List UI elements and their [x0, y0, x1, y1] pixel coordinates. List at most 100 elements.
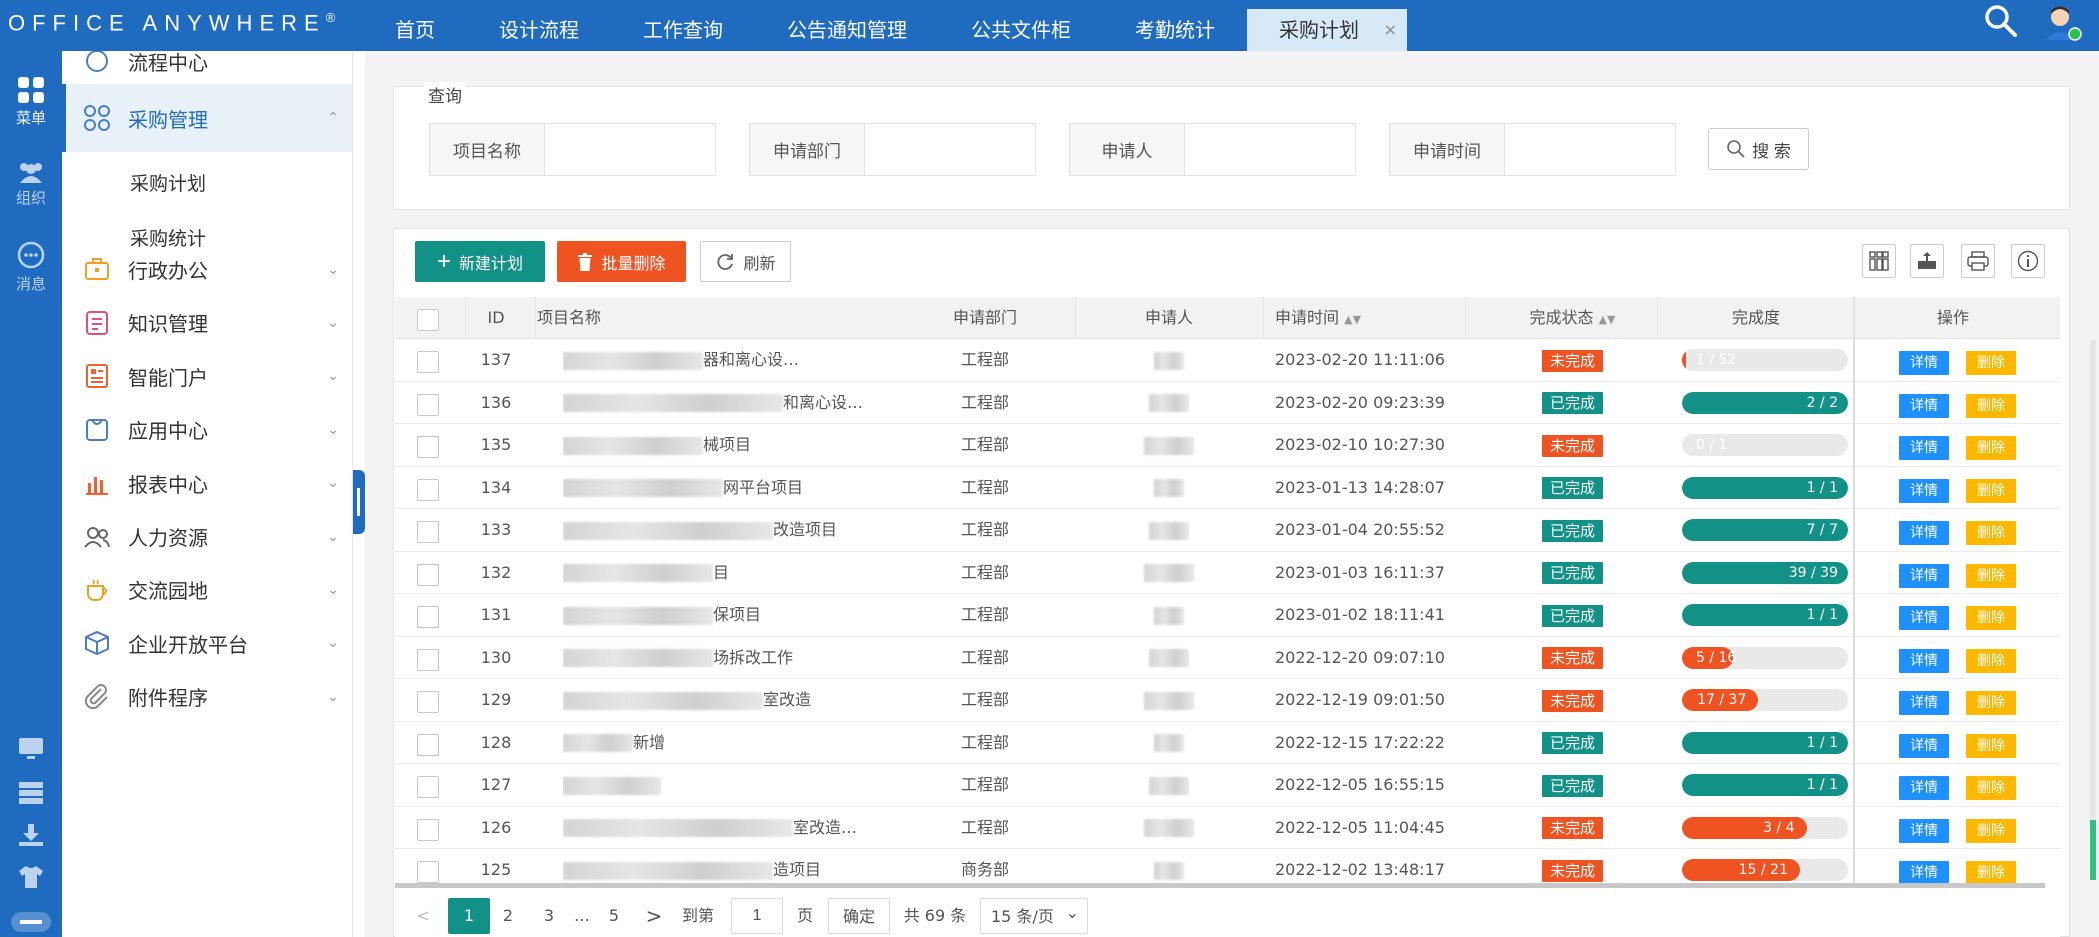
- table-row[interactable]: 135 械项目 工程部 2023-02-10 10:27:30 未完成 0 / 1 详情 删除: [395, 424, 2060, 467]
- page-button-5[interactable]: 5: [600, 898, 628, 934]
- table-row[interactable]: 133 改造项目 工程部 2023-01-04 20:55:52 已完成 7 / 7 详情删…: [395, 509, 2060, 552]
- detail-button[interactable]: 详情: [1899, 818, 1949, 843]
- delete-button[interactable]: 删除: [1966, 648, 2016, 673]
- row-checkbox[interactable]: [417, 478, 439, 501]
- header-ops[interactable]: 操作: [1853, 297, 2053, 339]
- row-checkbox[interactable]: [417, 733, 439, 756]
- nav-tab-4[interactable]: 公共文件柜: [939, 0, 1103, 51]
- query-input-1[interactable]: [865, 124, 1035, 175]
- download-icon[interactable]: [0, 823, 62, 849]
- close-icon[interactable]: ×: [1384, 9, 1397, 51]
- sidebar-splitter[interactable]: [353, 470, 365, 534]
- row-checkbox[interactable]: [417, 436, 439, 458]
- header-status[interactable]: 完成状态 ▲▼: [1495, 297, 1650, 339]
- table-row[interactable]: 136 和离心设… 工程部 2023-02-20 09:23:39 已完成 2 / 2 详情…: [395, 381, 2060, 424]
- row-checkbox[interactable]: [417, 861, 439, 883]
- row-checkbox[interactable]: [417, 351, 439, 373]
- delete-button[interactable]: 删除: [1966, 776, 2016, 800]
- menu-group-4[interactable]: 报表中心 ⌄: [62, 457, 352, 510]
- refresh-button[interactable]: 刷新: [700, 241, 791, 282]
- sort-icon[interactable]: ▲▼: [1344, 313, 1361, 326]
- header-person[interactable]: 申请人: [1075, 297, 1263, 339]
- row-checkbox[interactable]: [417, 648, 439, 671]
- nav-tab-5[interactable]: 考勤统计: [1103, 0, 1247, 51]
- row-checkbox[interactable]: [417, 563, 439, 586]
- detail-button[interactable]: 详情: [1899, 606, 1949, 630]
- per-page-select[interactable]: 15 条/页 ⌄: [980, 898, 1088, 934]
- menu-group-0[interactable]: 行政办公 ⌄: [62, 243, 352, 296]
- table-row[interactable]: 132 目 工程部 2023-01-03 16:11:37 已完成 39 / 39 详情 删除: [395, 551, 2060, 594]
- detail-button[interactable]: 详情: [1899, 478, 1949, 503]
- detail-button[interactable]: 详情: [1899, 861, 1949, 885]
- menu-group-3[interactable]: 应用中心 ⌄: [62, 403, 352, 456]
- delete-button[interactable]: 删除: [1966, 393, 2016, 418]
- table-row[interactable]: 126 室改造… 工程部 2022-12-05 11:04:45 未完成 3 / 4 详情删…: [395, 806, 2060, 849]
- row-checkbox[interactable]: [417, 606, 439, 628]
- nav-tab-2[interactable]: 工作查询: [611, 0, 755, 51]
- row-checkbox[interactable]: [417, 776, 439, 798]
- table-row[interactable]: 130 场拆改工作 工程部 2022-12-20 09:07:10 未完成 5 / 16 详…: [395, 636, 2060, 679]
- header-name[interactable]: 项目名称: [535, 297, 835, 339]
- confirm-button[interactable]: 确定: [828, 898, 890, 934]
- prev-page-button[interactable]: <: [410, 898, 436, 934]
- batch-delete-button[interactable]: 批量删除: [557, 241, 686, 282]
- table-row[interactable]: 131 保项目 工程部 2023-01-02 18:11:41 已完成 1 / 1 详情 删除: [395, 594, 2060, 637]
- monitor-icon[interactable]: [0, 737, 62, 763]
- nav-tab-1[interactable]: 设计流程: [467, 0, 611, 51]
- info-icon[interactable]: [2011, 244, 2045, 278]
- shirt-icon[interactable]: [0, 865, 62, 891]
- header-dept[interactable]: 申请部门: [887, 297, 1083, 339]
- horizontal-scrollbar[interactable]: [395, 883, 2045, 888]
- nav-tab-0[interactable]: 首页: [363, 0, 467, 51]
- detail-button[interactable]: 详情: [1899, 648, 1949, 673]
- table-row[interactable]: 129 室改造 工程部 2022-12-19 09:01:50 未完成 17 / 37 详情…: [395, 679, 2060, 722]
- table-row[interactable]: 128 新增 工程部 2022-12-15 17:22:22 已完成 1 / 1 详情 删除: [395, 721, 2060, 764]
- iconbar-msg[interactable]: 消息: [0, 241, 62, 294]
- menu-group-1[interactable]: 知识管理 ⌄: [62, 296, 352, 349]
- delete-button[interactable]: 删除: [1966, 733, 2016, 758]
- iconbar-org[interactable]: 组织: [0, 159, 62, 208]
- row-checkbox[interactable]: [417, 691, 439, 713]
- delete-button[interactable]: 删除: [1966, 351, 2016, 375]
- menu-group-2[interactable]: 智能门户 ⌄: [62, 350, 352, 403]
- detail-button[interactable]: 详情: [1899, 436, 1949, 460]
- vertical-scrollbar[interactable]: [2090, 340, 2096, 880]
- header-id[interactable]: ID: [465, 297, 527, 339]
- export-icon[interactable]: [1910, 244, 1944, 278]
- nav-tab-3[interactable]: 公告通知管理: [755, 0, 939, 51]
- new-plan-button[interactable]: + 新建计划: [415, 241, 545, 282]
- page-button-3[interactable]: 3: [535, 898, 563, 934]
- row-checkbox[interactable]: [417, 521, 439, 543]
- delete-button[interactable]: 删除: [1966, 861, 2016, 885]
- search-button[interactable]: 搜 索: [1708, 128, 1809, 170]
- detail-button[interactable]: 详情: [1899, 563, 1949, 588]
- detail-button[interactable]: 详情: [1899, 691, 1949, 715]
- iconbar-menu[interactable]: 菜单: [0, 75, 62, 128]
- goto-page-input[interactable]: [731, 898, 783, 934]
- page-button-2[interactable]: 2: [494, 898, 522, 934]
- detail-button[interactable]: 详情: [1899, 393, 1949, 418]
- header-progress[interactable]: 完成度: [1661, 297, 1851, 339]
- app-logo[interactable]: Office Anywhere®: [8, 10, 335, 36]
- detail-button[interactable]: 详情: [1899, 776, 1949, 800]
- search-icon[interactable]: [1982, 2, 2020, 40]
- next-page-button[interactable]: >: [640, 898, 668, 934]
- select-all-checkbox[interactable]: [417, 309, 439, 331]
- table-row[interactable]: 137 器和离心设… 工程部 2023-02-20 11:11:06 未完成 1 / 52…: [395, 339, 2060, 382]
- sort-icon[interactable]: ▲▼: [1599, 313, 1616, 326]
- delete-button[interactable]: 删除: [1966, 818, 2016, 843]
- menu-group-5[interactable]: 人力资源 ⌄: [62, 510, 352, 563]
- user-avatar[interactable]: [2042, 2, 2082, 42]
- detail-button[interactable]: 详情: [1899, 733, 1949, 758]
- print-icon[interactable]: [1961, 244, 1995, 278]
- header-time[interactable]: 申请时间 ▲▼: [1275, 297, 1435, 339]
- menu-group-7[interactable]: 企业开放平台 ⌄: [62, 617, 352, 670]
- delete-button[interactable]: 删除: [1966, 691, 2016, 715]
- nav-tab-6[interactable]: 采购计划 ×: [1247, 9, 1407, 51]
- server-icon[interactable]: [0, 781, 62, 807]
- delete-button[interactable]: 删除: [1966, 606, 2016, 630]
- query-input-3[interactable]: [1505, 124, 1675, 175]
- menu-group-8[interactable]: 附件程序 ⌄: [62, 670, 352, 723]
- detail-button[interactable]: 详情: [1899, 351, 1949, 375]
- row-checkbox[interactable]: [417, 393, 439, 416]
